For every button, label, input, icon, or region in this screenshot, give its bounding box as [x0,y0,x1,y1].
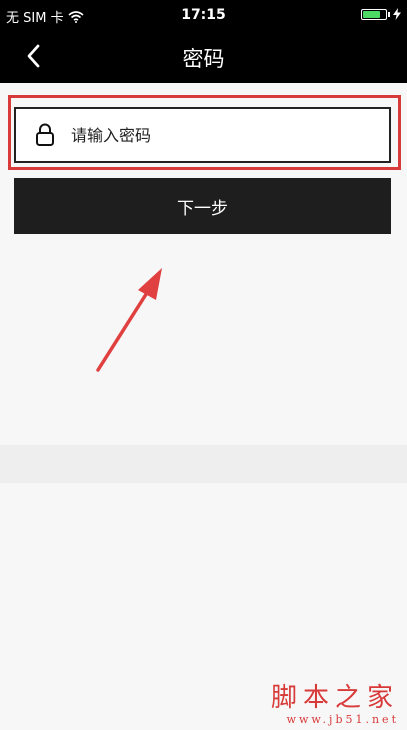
lock-icon [36,123,54,146]
divider-band [0,445,407,483]
battery-cap [388,11,390,17]
page-title: 密码 [182,47,225,71]
watermark-logo-text: 脚本之家 [270,683,399,713]
nav-bar: 密码 [0,30,407,83]
back-button[interactable] [20,40,52,72]
watermark: 脚本之家 www.jb51.net [271,683,399,726]
status-bar: 无 SIM 卡 17:15 [0,0,407,30]
charging-bolt-icon [393,8,401,20]
battery-fill [363,10,380,18]
watermark-url: www.jb51.net [286,713,399,726]
annotation-arrow-icon [96,268,162,372]
status-right [361,8,401,20]
next-button[interactable]: 下一步 [14,178,391,234]
password-input[interactable] [71,125,351,145]
password-field[interactable] [14,107,391,163]
chevron-left-icon [27,44,40,68]
status-time: 17:15 [181,7,226,23]
battery-icon [361,8,387,20]
